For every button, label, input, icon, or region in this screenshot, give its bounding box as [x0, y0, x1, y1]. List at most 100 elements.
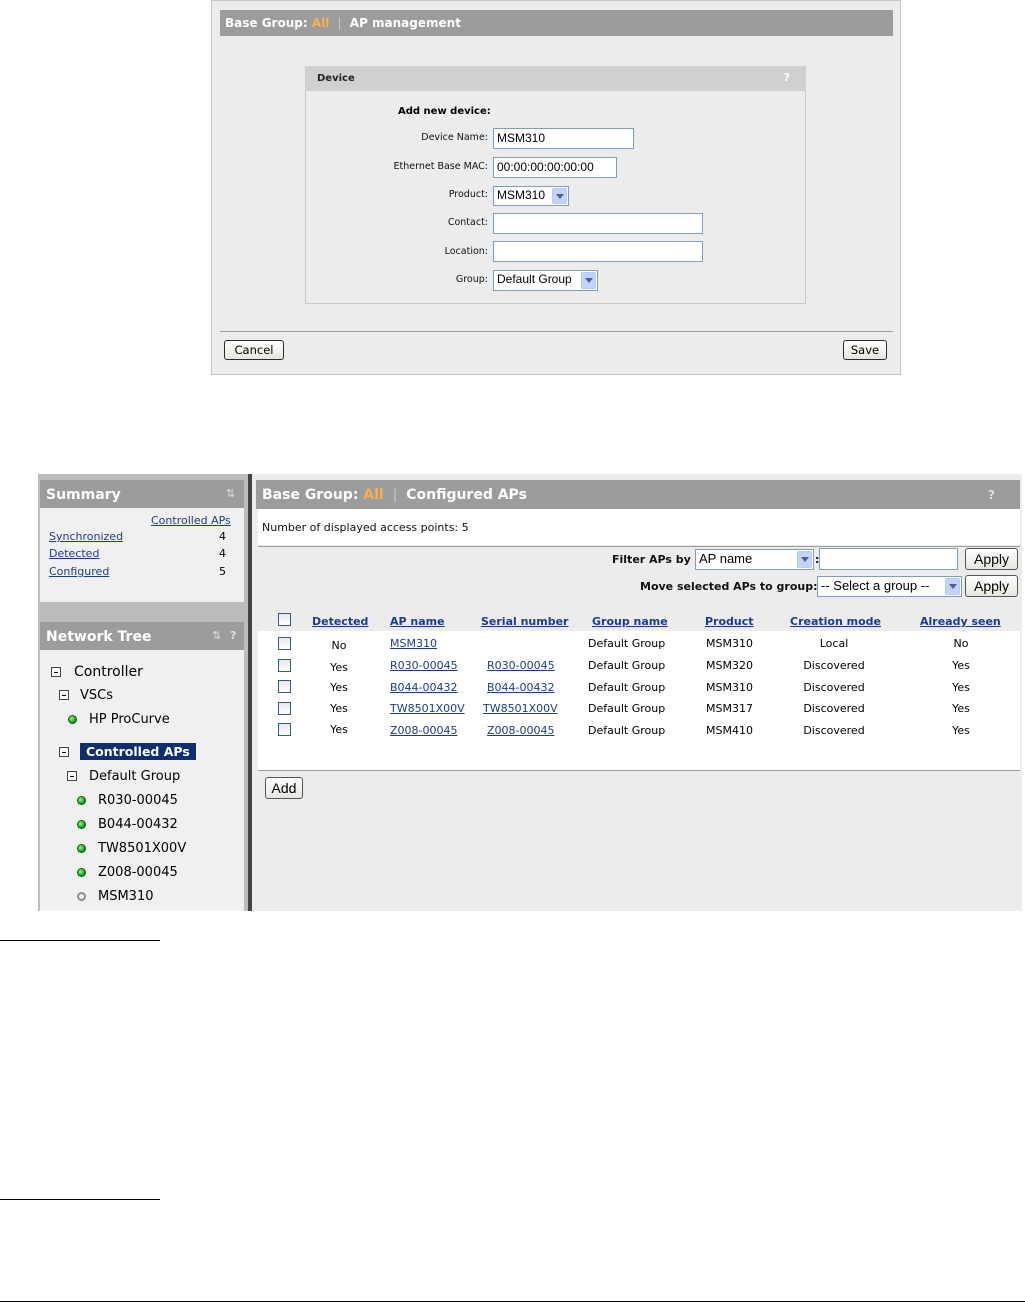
help-icon[interactable]: ?	[230, 629, 236, 642]
chevron-down-icon[interactable]	[945, 578, 960, 595]
cell-group-name: Default Group	[588, 659, 666, 672]
column-header-group-name[interactable]: Group name	[592, 615, 668, 628]
cell-serial-number[interactable]: R030-00045	[487, 659, 555, 672]
status-green-icon	[68, 715, 77, 724]
cell-ap-name[interactable]: MSM310	[390, 637, 437, 650]
cell-ap-name[interactable]: B044-00432	[390, 681, 458, 694]
status-green-icon	[77, 844, 86, 853]
filter-apply-button[interactable]: Apply	[965, 548, 1018, 570]
tree-default-group[interactable]: Default Group	[89, 769, 180, 784]
status-gray-icon	[77, 892, 86, 901]
chevron-down-icon[interactable]	[581, 272, 596, 289]
move-apply-button[interactable]: Apply	[965, 575, 1018, 597]
filter-select-value: AP name	[699, 551, 753, 566]
ap-count-text: Number of displayed access points: 5	[262, 521, 469, 534]
move-group-select[interactable]: -- Select a group --	[817, 576, 962, 597]
column-header-product[interactable]: Product	[705, 615, 754, 628]
column-header-serial-number[interactable]: Serial number	[481, 615, 568, 628]
row-checkbox[interactable]	[278, 702, 291, 715]
add-button[interactable]: Add	[265, 777, 303, 799]
tree-ap-item[interactable]: TW8501X00V	[98, 841, 186, 856]
select-all-checkbox[interactable]	[278, 613, 291, 626]
contact-input[interactable]	[493, 213, 703, 234]
ethernet-mac-input[interactable]: 00:00:00:00:00:00	[493, 157, 617, 178]
tree-ap-item[interactable]: B044-00432	[98, 817, 178, 832]
help-icon[interactable]: ?	[784, 71, 790, 84]
device-name-label: Device Name:	[421, 132, 488, 143]
cell-group-name: Default Group	[588, 702, 666, 715]
tree-vsc-hp-procurve[interactable]: HP ProCurve	[89, 712, 170, 727]
cell-creation-mode: Local	[819, 637, 849, 650]
group-select[interactable]: Default Group	[493, 270, 598, 291]
ethernet-mac-label: Ethernet Base MAC:	[393, 161, 488, 172]
row-checkbox[interactable]	[278, 680, 291, 693]
product-label: Product:	[448, 189, 488, 200]
column-header-ap-name[interactable]: AP name	[390, 615, 445, 628]
cell-product: MSM320	[706, 659, 753, 672]
tree-controlled-aps[interactable]: Controlled APs	[80, 743, 196, 760]
tree-ap-item[interactable]: R030-00045	[98, 793, 178, 808]
filter-select[interactable]: AP name	[695, 549, 814, 570]
column-header-detected[interactable]: Detected	[312, 615, 368, 628]
summary-configured-link[interactable]: Configured	[49, 565, 109, 578]
location-input[interactable]	[493, 241, 703, 262]
cell-ap-name[interactable]: R030-00045	[390, 659, 458, 672]
cell-ap-name[interactable]: TW8501X00V	[390, 702, 465, 715]
cancel-button[interactable]: Cancel	[224, 340, 284, 360]
filter-text-input[interactable]	[819, 548, 958, 570]
refresh-icon[interactable]: ⇅	[226, 487, 235, 500]
controlled-aps-column-header[interactable]: Controlled APs	[151, 514, 231, 527]
row-checkbox[interactable]	[278, 659, 291, 672]
tree-vscs[interactable]: VSCs	[80, 688, 113, 703]
cell-creation-mode: Discovered	[803, 702, 865, 715]
column-header-already-seen[interactable]: Already seen	[920, 615, 1001, 628]
summary-detected-link[interactable]: Detected	[49, 547, 99, 560]
summary-synchronized-count: 4	[219, 530, 226, 543]
cell-serial-number[interactable]: B044-00432	[487, 681, 555, 694]
location-label: Location:	[444, 246, 488, 257]
summary-configured-count: 5	[219, 565, 226, 578]
cell-already-seen: Yes	[952, 681, 970, 694]
base-group-value[interactable]: All	[312, 16, 330, 30]
row-checkbox[interactable]	[278, 637, 291, 650]
base-group-value[interactable]: All	[363, 487, 383, 503]
collapse-icon[interactable]	[59, 690, 69, 700]
summary-title: Summary	[46, 487, 121, 503]
summary-synchronized-link[interactable]: Synchronized	[49, 530, 123, 543]
divider	[0, 1301, 1025, 1302]
summary-header: Summary ⇅	[40, 480, 244, 508]
refresh-icon[interactable]: ⇅	[212, 629, 221, 642]
collapse-icon[interactable]	[67, 771, 77, 781]
save-button[interactable]: Save	[843, 340, 887, 360]
divider	[0, 940, 160, 941]
tree-ap-item[interactable]: Z008-00045	[98, 865, 178, 880]
cell-detected: Yes	[330, 681, 348, 694]
cell-group-name: Default Group	[588, 637, 666, 650]
main-header: Base Group: All | Configured APs ?	[256, 480, 1020, 509]
status-green-icon	[77, 796, 86, 805]
bottom-bar	[258, 770, 1020, 807]
column-header-creation-mode[interactable]: Creation mode	[790, 615, 881, 628]
cell-group-name: Default Group	[588, 724, 666, 737]
divider	[220, 331, 893, 332]
device-name-input[interactable]: MSM310	[493, 128, 634, 149]
help-icon[interactable]: ?	[988, 488, 995, 502]
cell-creation-mode: Discovered	[803, 724, 865, 737]
row-checkbox[interactable]	[278, 723, 291, 736]
chevron-down-icon[interactable]	[797, 551, 812, 568]
collapse-icon[interactable]	[59, 747, 69, 757]
cell-serial-number[interactable]: Z008-00045	[487, 724, 555, 737]
cell-product: MSM310	[706, 637, 753, 650]
cell-ap-name[interactable]: Z008-00045	[390, 724, 458, 737]
tree-controller[interactable]: Controller	[74, 664, 143, 680]
collapse-icon[interactable]	[51, 667, 61, 677]
cell-detected: No	[331, 639, 347, 652]
move-group-label: Move selected APs to group:	[640, 580, 818, 593]
sidebar-divider[interactable]	[248, 474, 252, 911]
cell-serial-number[interactable]: TW8501X00V	[483, 702, 558, 715]
cell-already-seen: Yes	[952, 702, 970, 715]
chevron-down-icon[interactable]	[552, 188, 567, 204]
product-select[interactable]: MSM310	[493, 186, 569, 206]
cell-detected: Yes	[330, 661, 348, 674]
tree-ap-item[interactable]: MSM310	[98, 889, 154, 904]
